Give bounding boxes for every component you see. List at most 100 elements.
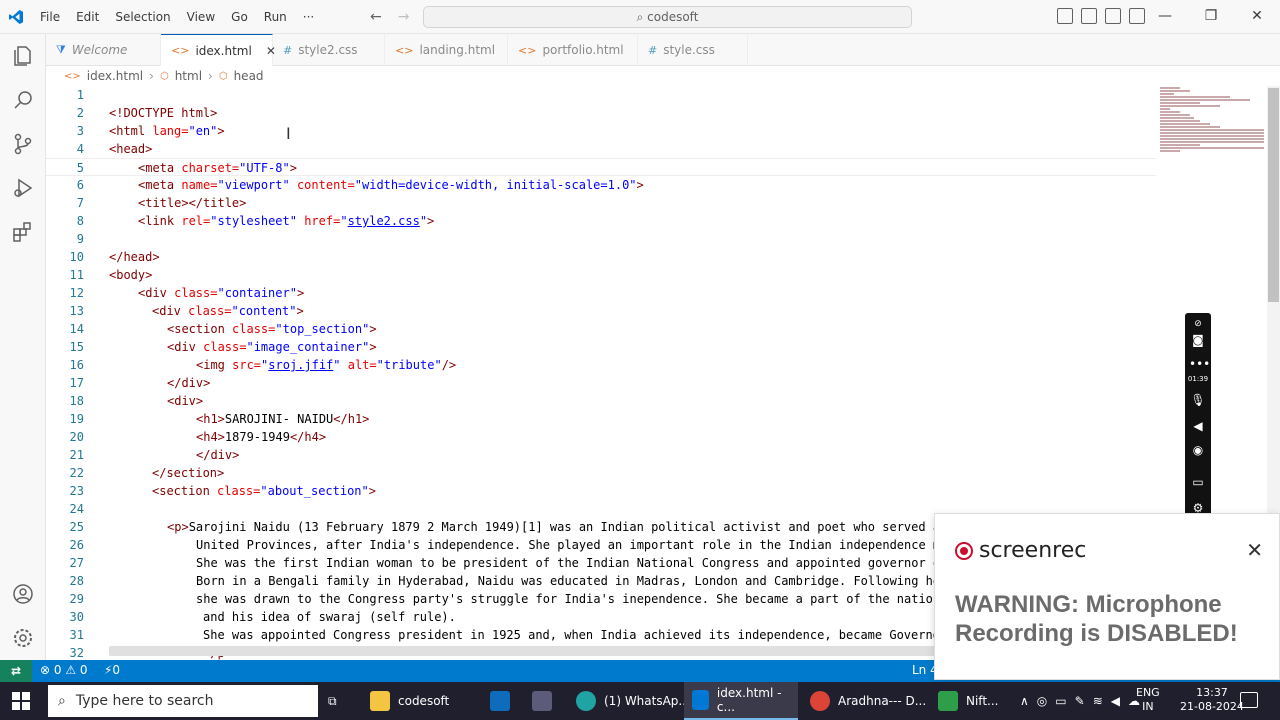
window-icon[interactable]: ▭ <box>1189 473 1207 491</box>
taskbar-search[interactable]: ⌕ Type here to search <box>48 685 318 717</box>
outlook-icon[interactable] <box>490 682 510 720</box>
clock[interactable]: 13:37 21-08-2024 <box>1180 686 1244 714</box>
chevron-up-icon[interactable]: ∧ <box>1020 694 1029 708</box>
menu-run[interactable]: Run <box>256 9 295 25</box>
problems-indicator[interactable]: ⊗ 0 ⚠ 0 <box>40 663 88 677</box>
restore-button[interactable]: ❐ <box>1188 0 1234 34</box>
minimap[interactable] <box>1160 86 1266 196</box>
code-line: 22 </section> <box>46 464 1156 482</box>
back-arrow-icon[interactable]: ← <box>370 9 382 25</box>
taskbar-app-nifty[interactable]: Nift... <box>930 682 1006 720</box>
minimize-button[interactable]: — <box>1142 0 1188 34</box>
more-icon[interactable]: ••• <box>1189 355 1210 373</box>
tab-idex-html[interactable]: <> idex.html ✕ <box>161 34 276 66</box>
tab-landing-html[interactable]: <> landing.html <box>385 34 508 66</box>
tab-style2-css[interactable]: # style2.css <box>273 34 385 66</box>
code-line: 16 <img src="sroj.jfif" alt="tribute"/> <box>46 356 1156 374</box>
code-line: 17 </div> <box>46 374 1156 392</box>
wifi-icon[interactable]: ≋ <box>1093 694 1103 708</box>
nav-arrows: ← → <box>370 9 409 25</box>
taskbar-app-chrome[interactable]: Aradhna--- D... <box>802 682 934 720</box>
code-token: <div <box>167 340 204 354</box>
microphone-warning-text: WARNING: Microphone Recording is DISABLE… <box>955 591 1238 647</box>
menu-selection[interactable]: Selection <box>107 9 178 25</box>
gear-icon[interactable] <box>11 626 35 650</box>
run-debug-icon[interactable] <box>11 176 35 200</box>
line-number: 26 <box>69 538 84 552</box>
element-icon: ⬡ <box>218 70 228 82</box>
ports-indicator[interactable]: ⚡0 <box>104 663 120 677</box>
code-token: href= <box>296 214 341 228</box>
menu-edit[interactable]: Edit <box>68 9 107 25</box>
breadcrumb-head[interactable]: head <box>234 69 264 83</box>
code-token: lang= <box>152 124 189 138</box>
menu-view[interactable]: View <box>179 9 223 25</box>
line-number: 12 <box>69 286 84 300</box>
code-token: She was the first Indian woman to be pre… <box>196 556 941 570</box>
tab-label: style.css <box>663 43 715 57</box>
line-number: 13 <box>69 304 84 318</box>
code-line: 20 <h4>1879-1949</h4> <box>46 428 1156 446</box>
search-icon: ⌕ <box>58 693 66 709</box>
code-token: <section <box>167 322 233 336</box>
battery-icon[interactable]: ▭ <box>1055 694 1066 708</box>
snipping-tool-icon[interactable] <box>532 682 552 720</box>
taskbar-app-edge[interactable]: (1) WhatsAp... <box>568 682 698 720</box>
menu-more[interactable]: ··· <box>295 9 322 25</box>
taskbar-app-explorer[interactable]: codesoft <box>362 682 457 720</box>
breadcrumb-file[interactable]: idex.html <box>87 69 143 83</box>
code-token: class= <box>217 484 261 498</box>
remote-indicator[interactable]: ⇄ <box>0 660 32 682</box>
toggle-panel-icon[interactable] <box>1081 8 1097 24</box>
code-token: charset= <box>181 161 240 175</box>
extensions-icon[interactable] <box>11 220 35 244</box>
close-window-button[interactable]: ✕ <box>1234 0 1280 34</box>
taskbar-app-vscode[interactable]: idex.html - c... <box>684 682 798 720</box>
camera-icon[interactable]: ◙ <box>1189 331 1207 349</box>
code-token: <img <box>196 358 233 372</box>
microphone-icon[interactable]: 🎙 <box>1189 391 1207 409</box>
code-line: 7 <title></title> <box>46 194 1156 212</box>
chrome-icon <box>810 691 830 711</box>
toggle-secondary-sidebar-icon[interactable] <box>1105 8 1121 24</box>
toggle-sidebar-icon[interactable] <box>1057 8 1073 24</box>
code-token: class= <box>203 340 247 354</box>
forward-arrow-icon[interactable]: → <box>398 9 410 25</box>
code-token: 1879-1949 <box>224 430 290 444</box>
code-token: alt= <box>340 358 377 372</box>
code-token: <title></title> <box>138 196 247 210</box>
explorer-icon[interactable] <box>11 44 35 68</box>
camera-icon[interactable]: ◎ <box>1037 694 1047 708</box>
tab-style-css[interactable]: # style.css <box>638 34 748 66</box>
volume-icon[interactable]: ◀ <box>1111 694 1120 708</box>
language-indicator[interactable]: ENG IN <box>1136 686 1160 714</box>
language-code: ENG <box>1136 686 1160 699</box>
code-token: "UTF-8" <box>239 161 290 175</box>
pen-icon[interactable]: ✎ <box>1075 694 1085 708</box>
menu-go[interactable]: Go <box>223 9 256 25</box>
menu-file[interactable]: File <box>32 9 68 25</box>
code-token: <body> <box>109 268 153 282</box>
line-number: 10 <box>69 250 84 264</box>
notification-icon[interactable] <box>1240 692 1258 708</box>
line-number: 5 <box>76 161 84 175</box>
command-center-search[interactable]: ⌕ codesoft <box>423 6 912 28</box>
code-link[interactable]: sroj.jfif <box>268 358 333 372</box>
tab-welcome[interactable]: ⧩ Welcome <box>46 34 161 66</box>
task-view-icon[interactable]: ⧉ <box>328 682 337 720</box>
source-control-icon[interactable] <box>11 132 35 156</box>
scrollbar-thumb[interactable] <box>1268 88 1279 302</box>
code-token: "width=device-width, initial-scale=1.0" <box>354 178 637 192</box>
close-popup-button[interactable]: ✕ <box>1246 538 1263 562</box>
webcam-icon[interactable]: ◉ <box>1189 441 1207 459</box>
code-line: 15 <div class="image_container"> <box>46 338 1156 356</box>
accounts-icon[interactable] <box>11 582 35 606</box>
tab-portfolio-html[interactable]: <> portfolio.html <box>508 34 638 66</box>
code-token: <link <box>138 214 182 228</box>
breadcrumb-html[interactable]: html <box>175 69 202 83</box>
search-icon[interactable] <box>11 88 35 112</box>
speaker-icon[interactable]: ◀ <box>1189 417 1207 435</box>
windows-start-icon[interactable] <box>12 692 30 710</box>
text-cursor-icon: I <box>286 124 291 143</box>
code-link[interactable]: style2.css <box>348 214 420 228</box>
